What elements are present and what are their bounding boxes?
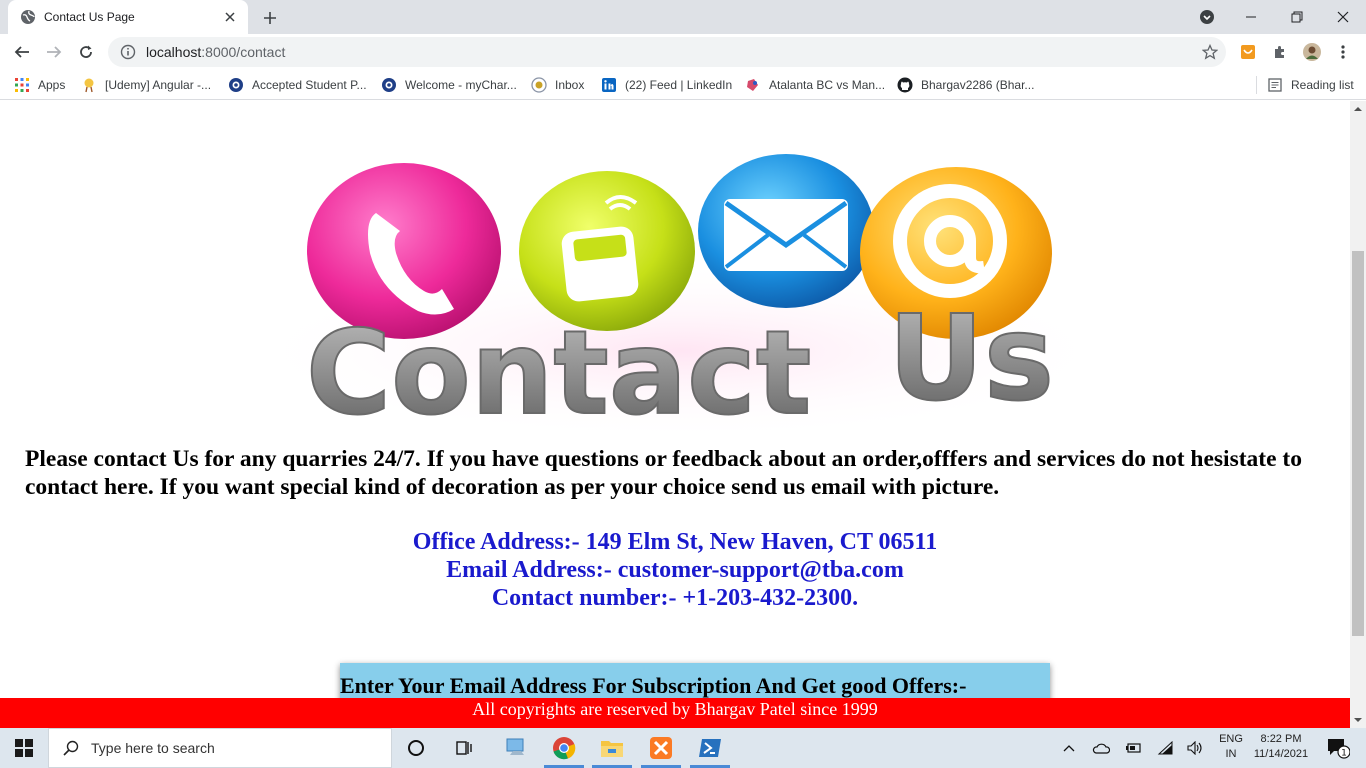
- bookmark-label: [Udemy] Angular -...: [105, 78, 212, 92]
- bookmark-welcome[interactable]: Welcome - myChar...: [381, 76, 517, 94]
- contact-number: Contact number:- +1-203-432-2300.: [491, 585, 859, 611]
- forward-button[interactable]: [40, 38, 68, 66]
- bookmarks-divider: [1256, 76, 1257, 94]
- start-button[interactable]: [0, 728, 48, 768]
- back-button[interactable]: [8, 38, 36, 66]
- file-explorer-icon[interactable]: [588, 728, 636, 768]
- page-viewport: Contact Us Please contact Us for any qua…: [0, 101, 1350, 698]
- soccer-icon: [745, 77, 761, 93]
- bookmark-label: Welcome - myChar...: [405, 78, 517, 92]
- reload-button[interactable]: [72, 38, 100, 66]
- browser-toolbar: localhost:8000/contact: [0, 34, 1366, 70]
- scroll-up-arrow-icon[interactable]: [1354, 105, 1362, 113]
- hero-word-us: Us: [888, 289, 1054, 427]
- show-hidden-icons-button[interactable]: [1058, 728, 1080, 768]
- battery-icon[interactable]: [1122, 728, 1144, 768]
- university-icon: [228, 77, 244, 93]
- hero-word-contact: Contact: [306, 306, 811, 441]
- bookmark-label: Apps: [38, 78, 66, 92]
- bookmark-label: Bhargav2286 (Bhar...: [921, 78, 1035, 92]
- chrome-taskbar-icon[interactable]: [540, 728, 588, 768]
- tab-strip: Contact Us Page: [0, 0, 1366, 34]
- close-window-button[interactable]: [1320, 0, 1366, 34]
- wifi-icon[interactable]: [1155, 728, 1177, 768]
- search-placeholder: Type here to search: [91, 740, 215, 756]
- notification-count: 1: [1341, 749, 1347, 759]
- linkedin-icon: [601, 77, 617, 93]
- profile-avatar-icon[interactable]: [1303, 43, 1321, 61]
- bookmark-apps[interactable]: Apps: [14, 76, 65, 94]
- page-footer: All copyrights are reserved by Bhargav P…: [0, 698, 1350, 728]
- office-address: Office Address:- 149 Elm St, New Haven, …: [412, 529, 938, 555]
- tab-search-icon[interactable]: [1184, 0, 1230, 34]
- task-view-icon[interactable]: [440, 728, 488, 768]
- url-text: localhost:8000/contact: [146, 44, 286, 60]
- email-address: Email Address:- customer-support@tba.com: [446, 557, 904, 583]
- inbox-icon: [531, 77, 547, 93]
- search-icon: [63, 740, 79, 756]
- github-icon: [897, 77, 913, 93]
- subscription-heading: Enter Your Email Address For Subscriptio…: [340, 673, 967, 698]
- scrollbar-thumb[interactable]: [1352, 251, 1364, 636]
- clock-date: 11/14/2021: [1253, 748, 1309, 760]
- intro-paragraph: Please contact Us for any quarries 24/7.…: [25, 446, 1302, 500]
- bookmark-label: Atalanta BC vs Man...: [769, 78, 886, 92]
- taskbar-search[interactable]: Type here to search: [48, 728, 392, 768]
- page-scrollbar[interactable]: [1350, 101, 1366, 728]
- udemy-icon: [81, 77, 97, 93]
- address-bar[interactable]: localhost:8000/contact: [108, 37, 1226, 67]
- restore-button[interactable]: [1274, 0, 1320, 34]
- extension-icon[interactable]: [1239, 43, 1257, 61]
- tab-contact-us[interactable]: Contact Us Page: [8, 0, 248, 34]
- bookmark-udemy[interactable]: [Udemy] Angular -...: [81, 76, 211, 94]
- close-tab-icon[interactable]: [222, 9, 238, 25]
- scroll-down-arrow-icon[interactable]: [1354, 716, 1362, 724]
- language-code: ENG: [1219, 733, 1243, 745]
- bookmark-inbox[interactable]: Inbox: [531, 76, 584, 94]
- reading-list-label: Reading list: [1291, 78, 1354, 92]
- extensions-puzzle-icon[interactable]: [1271, 43, 1289, 61]
- minimize-button[interactable]: [1228, 0, 1274, 34]
- more-menu-icon[interactable]: [1334, 43, 1352, 61]
- envelope-icon: [698, 154, 874, 308]
- language-region: IN: [1225, 748, 1237, 760]
- footer-copyright: All copyrights are reserved by Bhargav P…: [472, 699, 878, 719]
- onedrive-icon[interactable]: [1090, 728, 1112, 768]
- bookmark-label: (22) Feed | LinkedIn: [625, 78, 733, 92]
- tab-title: Contact Us Page: [44, 10, 135, 24]
- bookmark-label: Accepted Student P...: [252, 78, 367, 92]
- bookmark-github[interactable]: Bhargav2286 (Bhar...: [897, 76, 1034, 94]
- bookmark-accepted-student[interactable]: Accepted Student P...: [228, 76, 367, 94]
- bookmark-label: Inbox: [555, 78, 585, 92]
- windows-taskbar: Type here to search ENG IN 8:22 PM 11/14…: [0, 728, 1366, 768]
- new-tab-button[interactable]: [258, 6, 282, 30]
- reading-list-button[interactable]: Reading list: [1267, 76, 1354, 94]
- university-icon: [381, 77, 397, 93]
- bookmarks-bar: Apps [Udemy] Angular -... Accepted Stude…: [0, 70, 1366, 100]
- contact-us-hero-image: Contact Us: [240, 154, 1120, 441]
- apps-grid-icon: [14, 77, 30, 93]
- computer-app-icon[interactable]: [492, 728, 540, 768]
- info-icon[interactable]: [120, 44, 136, 60]
- xampp-icon[interactable]: [637, 728, 685, 768]
- globe-icon: [20, 9, 36, 25]
- clock-time: 8:22 PM: [1260, 733, 1302, 745]
- powershell-icon[interactable]: [686, 728, 734, 768]
- volume-icon[interactable]: [1185, 728, 1207, 768]
- bookmark-star-icon[interactable]: [1201, 43, 1219, 60]
- windows-logo-icon: [15, 739, 33, 757]
- notification-center-button[interactable]: 1: [1318, 728, 1358, 768]
- cortana-icon[interactable]: [392, 728, 440, 768]
- bookmark-linkedin[interactable]: (22) Feed | LinkedIn: [601, 76, 732, 94]
- bookmark-atalanta[interactable]: Atalanta BC vs Man...: [745, 76, 885, 94]
- subscription-box: Enter Your Email Address For Subscriptio…: [340, 663, 1050, 698]
- taskbar-clock[interactable]: 8:22 PM 11/14/2021: [1250, 732, 1312, 762]
- contact-details: Office Address:- 149 Elm St, New Haven, …: [0, 528, 1350, 612]
- reading-list-icon: [1267, 77, 1283, 93]
- language-indicator[interactable]: ENG IN: [1214, 732, 1248, 762]
